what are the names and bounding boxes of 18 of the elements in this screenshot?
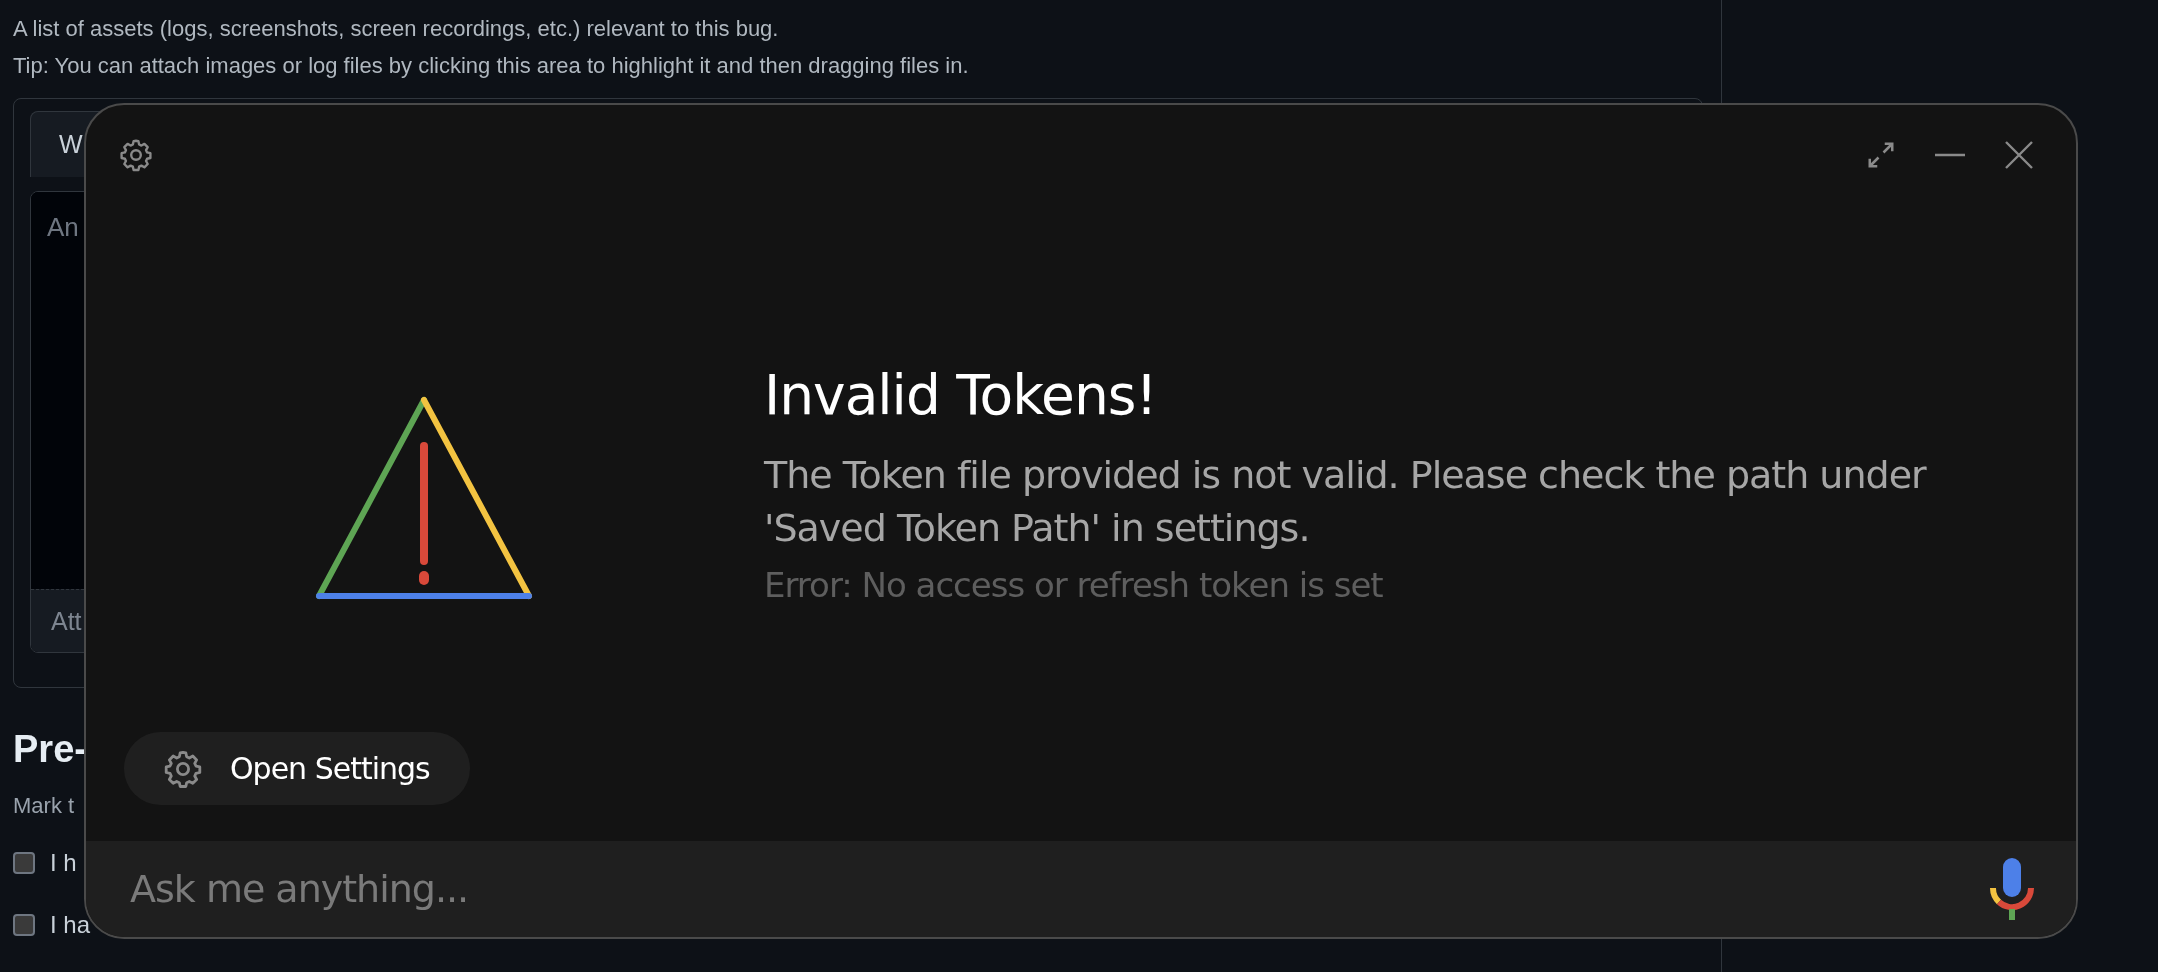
checkbox[interactable]: [13, 914, 35, 936]
error-message: The Token file provided is not valid. Please check the path under 'Saved Token Path' in settings.: [764, 451, 1928, 552]
chat-input[interactable]: Ask me anything...: [128, 866, 1990, 912]
close-icon[interactable]: [2004, 140, 2034, 170]
description-text: A list of assets (logs, screenshots, screen recordings, etc.) relevant to this bug.: [13, 15, 780, 43]
expand-icon[interactable]: [1866, 140, 1896, 170]
section-hint: Mark t: [13, 793, 75, 819]
open-settings-button[interactable]: Open Settings: [124, 732, 470, 805]
section-heading: Pre-: [13, 728, 87, 771]
checkbox-label: I h: [50, 849, 77, 877]
warning-icon: [315, 395, 535, 602]
checkbox[interactable]: [13, 852, 35, 874]
error-detail: Error: No access or refresh token is set: [764, 564, 1384, 605]
description-text: Tip: You can attach images or log files by clicking this area to highlight it and then dragging files in.: [13, 52, 970, 80]
minimize-icon[interactable]: [1934, 152, 1966, 158]
microphone-icon[interactable]: [1990, 858, 2034, 920]
settings-icon[interactable]: [118, 137, 154, 173]
error-title: Invalid Tokens!: [764, 362, 1158, 427]
